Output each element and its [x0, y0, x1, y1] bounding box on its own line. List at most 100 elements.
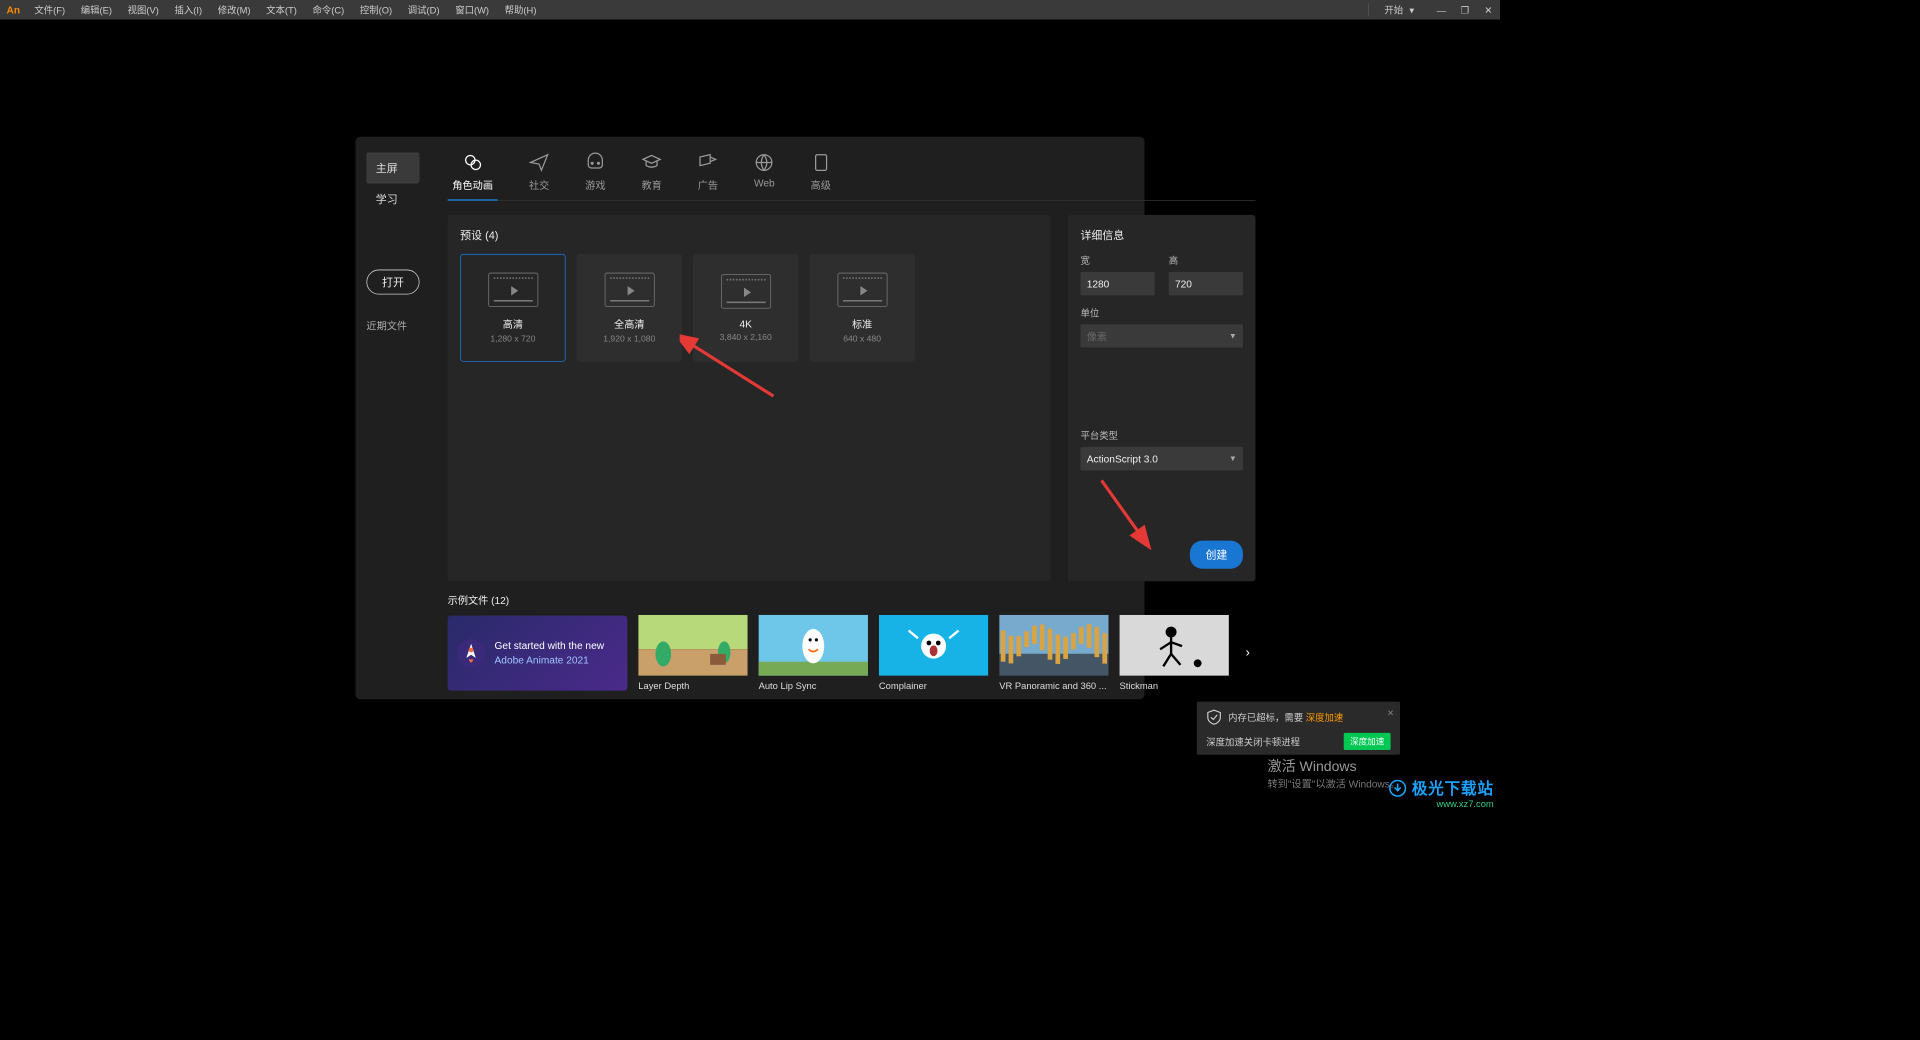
tab-label: 社交: [529, 177, 549, 192]
sample-caption: Stickman: [1120, 680, 1229, 691]
preset-dimensions: 640 x 480: [843, 334, 881, 343]
tab-label: 高级: [811, 177, 831, 192]
toast-msg: 内存已超标，需要: [1228, 712, 1303, 723]
promo-card[interactable]: Get started with the new Adobe Animate 2…: [448, 616, 628, 691]
unit-label: 单位: [1080, 306, 1243, 319]
tab-label: 角色动画: [452, 177, 493, 192]
preset-标准[interactable]: 标准 640 x 480: [809, 254, 914, 362]
maximize-button[interactable]: ❐: [1453, 0, 1476, 20]
tab-Web[interactable]: Web: [749, 149, 779, 200]
preset-name: 全高清: [614, 316, 644, 331]
accelerate-button[interactable]: 深度加速: [1344, 733, 1391, 750]
toast-close-button[interactable]: ×: [1387, 706, 1393, 719]
preset-name: 标准: [852, 316, 872, 331]
preset-dimensions: 3,840 x 2,160: [720, 332, 772, 341]
menu-item[interactable]: 命令(C): [305, 3, 352, 16]
toast-sub: 深度加速关闭卡顿进程: [1206, 735, 1300, 748]
activation-title: 激活 Windows: [1268, 755, 1400, 775]
shield-icon: [1206, 709, 1222, 725]
height-input[interactable]: [1169, 272, 1243, 295]
menu-item[interactable]: 文件(F): [27, 3, 73, 16]
preset-thumb-icon: [837, 272, 887, 306]
promo-line1: Get started with the new: [495, 639, 605, 653]
sample-caption: VR Panoramic and 360 ...: [999, 680, 1108, 691]
tab-label: 游戏: [585, 177, 605, 192]
system-toast: × 内存已超标，需要 深度加速 深度加速关闭卡顿进程 深度加速: [1197, 702, 1400, 755]
sample-thumbnail: [999, 615, 1108, 676]
app-logo: An: [0, 4, 27, 16]
details-heading: 详细信息: [1080, 227, 1243, 243]
menu-item[interactable]: 窗口(W): [447, 3, 496, 16]
activation-sub: 转到"设置"以激活 Windows。: [1268, 776, 1400, 791]
menu-item[interactable]: 插入(I): [167, 3, 210, 16]
windows-activation-notice: 激活 Windows 转到"设置"以激活 Windows。: [1268, 755, 1400, 790]
presets-panel: 预设 (4) 高清1,280 x 720 全高清 1,920 x 1,080 4K 3,…: [448, 215, 1051, 581]
menu-item[interactable]: 控制(O): [352, 3, 400, 16]
tab-社交[interactable]: 社交: [524, 149, 554, 200]
preset-thumb-icon: [604, 272, 654, 306]
site-watermark: 极光下载站 www.xz7.com: [1389, 776, 1493, 810]
home-panel: 主屏 学习 打开 近期文件 角色动画 社交 游戏 教育广告 Web 高级 预设 (4) 高…: [355, 137, 1144, 700]
tab-高级[interactable]: 高级: [806, 149, 836, 200]
menu-item[interactable]: 视图(V): [120, 3, 167, 16]
sample-thumbnail: [1120, 615, 1229, 676]
unit-select[interactable]: 像素 ▼: [1080, 324, 1243, 347]
platform-label: 平台类型: [1080, 429, 1243, 442]
preset-dimensions: 1,280 x 720: [490, 334, 535, 343]
width-input[interactable]: [1080, 272, 1154, 295]
preset-全高清[interactable]: 全高清 1,920 x 1,080: [577, 254, 682, 362]
menu-items: 文件(F)编辑(E)视图(V)插入(I)修改(M)文本(T)命令(C)控制(O)…: [27, 3, 545, 16]
samples-section: 示例文件 (12) Get started with the new Adobe…: [448, 592, 1256, 691]
preset-thumb-icon: [721, 274, 771, 308]
sample-caption: Auto Lip Sync: [759, 680, 868, 691]
sample-card[interactable]: Auto Lip Sync: [759, 615, 868, 692]
carousel-next-button[interactable]: ›: [1240, 645, 1256, 661]
menu-item[interactable]: 编辑(E): [73, 3, 120, 16]
chevron-down-icon: ▾: [1409, 4, 1414, 15]
tab-广告[interactable]: 广告: [693, 149, 723, 200]
samples-heading: 示例文件 (12): [448, 592, 1256, 607]
menu-item[interactable]: 修改(M): [210, 3, 258, 16]
recent-files-label: 近期文件: [366, 318, 419, 333]
sidebar-item-learn[interactable]: 学习: [366, 184, 419, 215]
tab-游戏[interactable]: 游戏: [580, 149, 610, 200]
tab-角色动画[interactable]: 角色动画: [448, 149, 498, 200]
preset-高清[interactable]: 高清1,280 x 720: [460, 254, 565, 362]
sample-card[interactable]: Stickman: [1120, 615, 1229, 692]
sidebar-item-home[interactable]: 主屏: [366, 152, 419, 183]
unit-value: 像素: [1087, 329, 1107, 344]
menu-item[interactable]: 调试(D): [400, 3, 447, 16]
sample-card[interactable]: Complainer: [879, 615, 988, 692]
tab-教育[interactable]: 教育: [637, 149, 667, 200]
open-button[interactable]: 打开: [366, 270, 419, 295]
promo-line2: Adobe Animate 2021: [495, 654, 589, 666]
platform-select[interactable]: ActionScript 3.0 ▼: [1080, 447, 1243, 470]
menu-item[interactable]: 文本(T): [258, 3, 304, 16]
create-button[interactable]: 创建: [1190, 541, 1243, 569]
details-panel: 详细信息 宽 高 单位 像素 ▼: [1068, 215, 1256, 581]
close-button[interactable]: ✕: [1477, 0, 1500, 20]
rocket-icon: [455, 638, 486, 669]
download-icon: [1389, 780, 1406, 797]
top-menu-bar: An 文件(F)编辑(E)视图(V)插入(I)修改(M)文本(T)命令(C)控制…: [0, 0, 1500, 20]
preset-name: 4K: [739, 318, 751, 330]
height-label: 高: [1169, 254, 1243, 267]
preset-thumb-icon: [488, 272, 538, 306]
sample-caption: Complainer: [879, 680, 988, 691]
sample-card[interactable]: VR Panoramic and 360 ...: [999, 615, 1108, 692]
tab-label: Web: [754, 177, 775, 189]
tab-label: 广告: [698, 177, 718, 192]
chevron-down-icon: ▼: [1229, 332, 1237, 341]
chevron-down-icon: ▼: [1229, 454, 1237, 463]
platform-value: ActionScript 3.0: [1087, 453, 1158, 465]
presets-heading: 预设 (4): [460, 227, 1038, 243]
preset-4K[interactable]: 4K 3,840 x 2,160: [693, 254, 798, 362]
menu-item[interactable]: 帮助(H): [497, 3, 544, 16]
workspace-switcher[interactable]: 开始 ▾: [1368, 3, 1430, 16]
category-tabs: 角色动画 社交 游戏 教育广告 Web 高级: [448, 149, 1256, 201]
sample-caption: Layer Depth: [638, 680, 747, 691]
minimize-button[interactable]: —: [1430, 0, 1453, 20]
width-label: 宽: [1080, 254, 1154, 267]
sample-card[interactable]: Layer Depth: [638, 615, 747, 692]
preset-dimensions: 1,920 x 1,080: [603, 334, 655, 343]
